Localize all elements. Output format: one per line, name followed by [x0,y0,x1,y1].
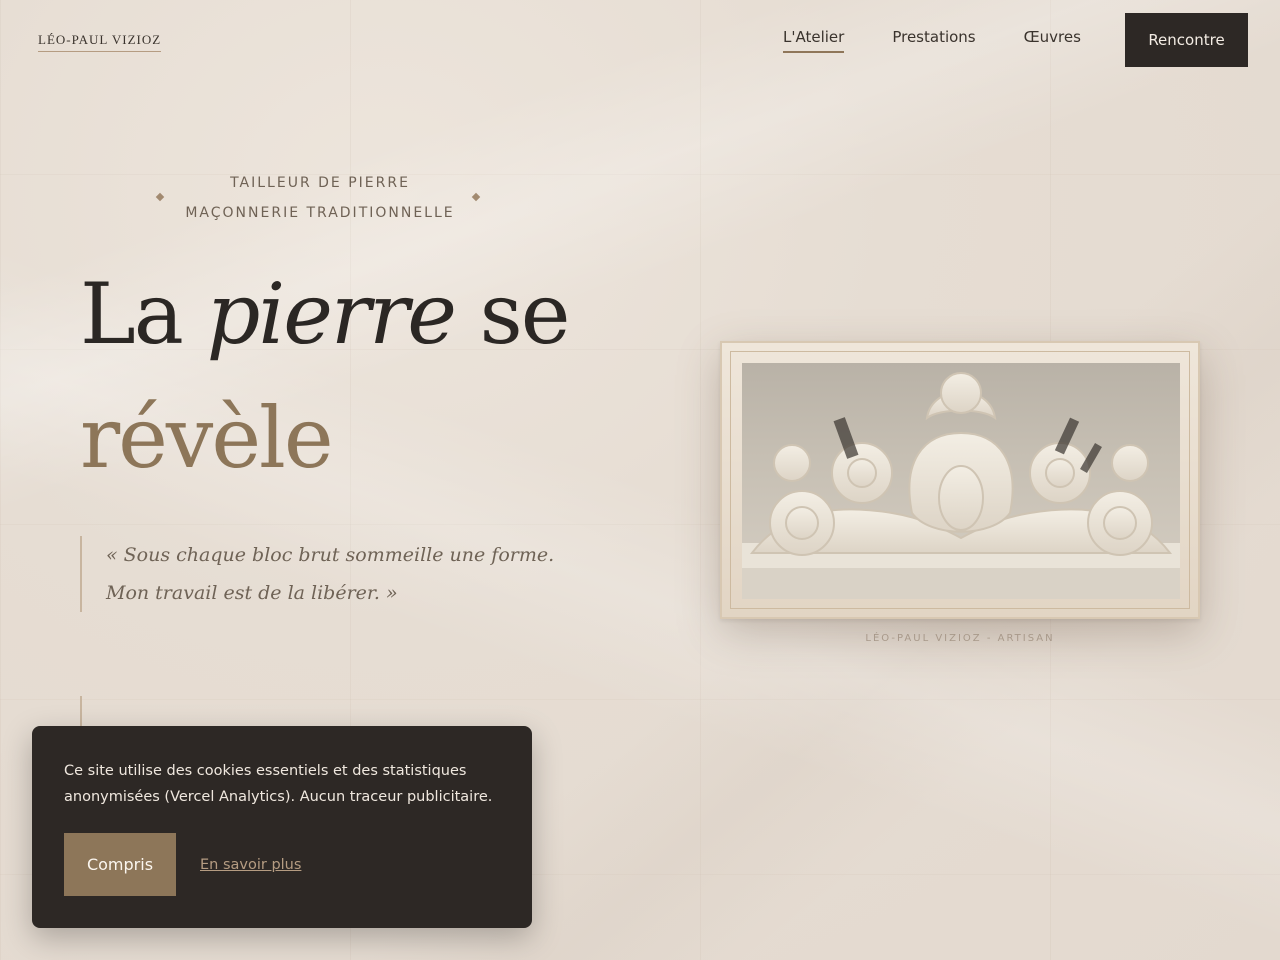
main-nav: L'Atelier Prestations Œuvres [783,28,1129,53]
nav-item-atelier[interactable]: L'Atelier [783,28,845,53]
hero-title: La pierre se révèle [80,252,571,500]
eyebrow-line-2: MAÇONNERIE TRADITIONNELLE [185,205,455,221]
carved-stone-ornament-photo [742,363,1180,599]
cookie-banner: Ce site utilise des cookies essentiels e… [32,726,532,928]
nav-item-oeuvres[interactable]: Œuvres [1024,28,1081,53]
site-logo[interactable]: LÉO-PAUL VIZIOZ [38,32,162,52]
eyebrow-line-1: TAILLEUR DE PIERRE [230,175,410,191]
cookie-text: Ce site utilise des cookies essentiels e… [64,763,493,805]
artwork-frame [720,341,1200,619]
title-part-2: se [454,265,571,363]
cookie-actions: Compris En savoir plus [64,833,301,896]
learn-more-link[interactable]: En savoir plus [200,857,301,873]
title-italic: pierre [206,265,457,363]
accept-cookies-button[interactable]: Compris [64,833,176,896]
image-caption: LÉO-PAUL VIZIOZ - ARTISAN [865,633,1055,644]
nav-item-prestations[interactable]: Prestations [892,28,975,53]
title-accent: révèle [80,389,334,487]
hero-eyebrow: TAILLEUR DE PIERRE MAÇONNERIE TRADITIONN… [160,168,480,228]
stone-ornament-illustration [742,372,1180,599]
rencontre-button[interactable]: Rencontre [1125,13,1248,67]
title-part-1: La [80,265,207,363]
hero-quote: « Sous chaque bloc brut sommeille une fo… [80,536,570,612]
